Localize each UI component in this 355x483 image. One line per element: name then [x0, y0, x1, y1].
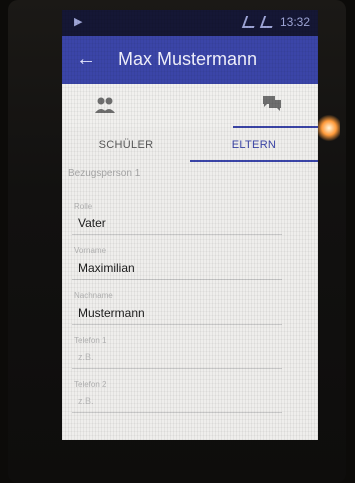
- telefon1-field[interactable]: z.B.: [78, 352, 94, 362]
- tab-chat[interactable]: [147, 84, 282, 128]
- divider: [72, 234, 282, 235]
- field-label: Telefon 1: [74, 336, 107, 345]
- notification-icon: ▶: [74, 16, 83, 28]
- nachname-field[interactable]: Mustermann: [78, 306, 145, 320]
- tab-schueler[interactable]: SCHÜLER: [62, 128, 190, 162]
- divider: [72, 324, 282, 325]
- tab-eltern[interactable]: ELTERN: [190, 128, 318, 162]
- field-label: Rolle: [74, 202, 93, 211]
- signal-icon: [241, 16, 259, 28]
- status-time: 13:32: [279, 15, 310, 29]
- battery-icon: [259, 16, 277, 28]
- app-bar: ← Max Mustermann: [62, 36, 318, 84]
- tab-settings[interactable]: [232, 84, 318, 128]
- light-glare: [318, 114, 340, 142]
- section-tabs: SCHÜLER ELTERN: [62, 128, 318, 162]
- status-bar: ▶ 13:32: [62, 10, 318, 36]
- section-heading: Bezugsperson 1: [68, 168, 141, 179]
- vorname-field[interactable]: Maximilian: [78, 261, 135, 275]
- rolle-field[interactable]: Vater: [78, 216, 106, 230]
- people-icon: [95, 97, 115, 113]
- divider: [72, 279, 282, 280]
- telefon2-field[interactable]: z.B.: [78, 396, 94, 406]
- page-title: Max Mustermann: [118, 49, 258, 69]
- field-label: Telefon 2: [74, 380, 107, 389]
- phone-screen: ▶ 13:32 ← Max Mustermann SCHÜLER ELTERN …: [62, 10, 318, 440]
- tab-people[interactable]: [62, 84, 147, 128]
- field-label: Nachname: [74, 291, 113, 300]
- icon-tab-bar: [62, 84, 318, 128]
- divider: [72, 368, 282, 369]
- field-label: Vorname: [74, 246, 107, 255]
- divider: [72, 412, 282, 413]
- back-arrow-icon[interactable]: ←: [76, 48, 96, 71]
